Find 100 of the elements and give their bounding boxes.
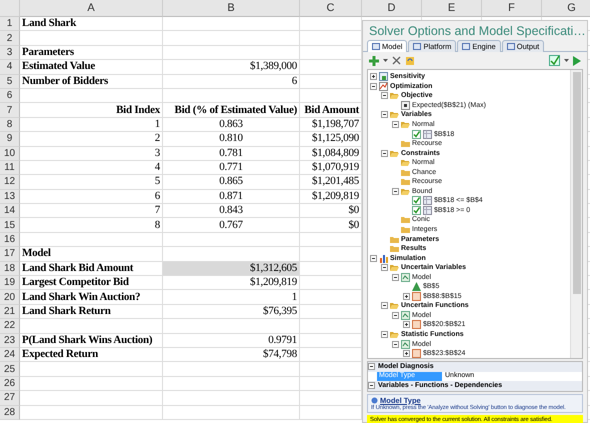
row-header[interactable]: 26: [0, 376, 20, 392]
folder-icon: [401, 139, 410, 148]
collapse-icon[interactable]: [381, 150, 388, 157]
row-header[interactable]: 11: [0, 160, 20, 176]
select-all-corner[interactable]: [0, 0, 20, 17]
delete-icon[interactable]: [392, 56, 401, 65]
collapse-icon[interactable]: [381, 331, 388, 338]
table-cell: 0.771: [163, 160, 300, 176]
empty-cell[interactable]: [163, 319, 300, 334]
table-cell: 1: [163, 290, 300, 305]
caret-icon[interactable]: [564, 58, 569, 63]
collapse-icon[interactable]: [370, 254, 377, 262]
analyze-icon[interactable]: [549, 55, 560, 66]
table-cell: $1,209,819: [163, 276, 300, 290]
refresh-icon[interactable]: [405, 56, 415, 66]
collapse-icon[interactable]: [392, 312, 399, 319]
cell-range-icon: [412, 349, 421, 358]
add-icon[interactable]: [369, 56, 379, 66]
play-icon[interactable]: [573, 56, 581, 66]
empty-cell[interactable]: [163, 391, 300, 406]
column-header[interactable]: F: [482, 0, 542, 17]
checked-checkbox[interactable]: [412, 130, 421, 139]
row-header[interactable]: 9: [0, 132, 20, 147]
row-header[interactable]: 13: [0, 190, 20, 204]
row-header[interactable]: 23: [0, 334, 20, 348]
row-header[interactable]: 12: [0, 175, 20, 190]
column-header[interactable]: E: [422, 0, 482, 17]
row-header[interactable]: 15: [0, 218, 20, 233]
column-header[interactable]: C: [300, 0, 362, 17]
empty-cell[interactable]: [163, 17, 300, 32]
table-cell: Bid (% of Estimated Value): [163, 103, 300, 118]
row-header[interactable]: 28: [0, 406, 20, 420]
table-cell: 6: [163, 74, 300, 89]
row-header[interactable]: 16: [0, 232, 20, 248]
table-cell: 0.863: [163, 118, 300, 132]
row-header[interactable]: 18: [0, 262, 20, 276]
row-header[interactable]: 21: [0, 304, 20, 320]
row-header[interactable]: 3: [0, 46, 20, 60]
column-header[interactable]: G: [542, 0, 590, 17]
collapse-icon[interactable]: [381, 302, 388, 310]
cell-icon: [423, 196, 432, 206]
row-header[interactable]: 20: [0, 290, 20, 305]
row-header[interactable]: 24: [0, 348, 20, 362]
table-cell: Expected Return: [20, 348, 163, 362]
cell-icon: [401, 100, 410, 110]
caret-icon[interactable]: [383, 58, 388, 63]
table-cell: Land Shark: [20, 17, 163, 32]
tab-icon: [413, 43, 422, 50]
row-header[interactable]: 7: [0, 103, 20, 118]
open-folder-icon: [390, 301, 399, 310]
triangle-icon: [412, 282, 421, 292]
checked-checkbox[interactable]: [412, 196, 421, 206]
row-header[interactable]: 5: [0, 74, 20, 89]
table-cell: 1: [20, 118, 163, 132]
table-cell: Model: [20, 247, 163, 262]
row-header[interactable]: 27: [0, 391, 20, 406]
row-header[interactable]: 2: [0, 31, 20, 46]
checked-checkbox[interactable]: [412, 206, 421, 215]
expand-icon[interactable]: [403, 292, 410, 300]
row-header[interactable]: 1: [0, 17, 20, 32]
column-header[interactable]: A: [20, 0, 163, 17]
empty-cell[interactable]: [163, 46, 300, 60]
row-header[interactable]: 6: [0, 88, 20, 104]
table-cell: Land Shark Win Auction?: [20, 290, 163, 305]
sheet-icon: [379, 72, 388, 82]
collapse-icon[interactable]: [368, 363, 375, 370]
collapse-icon[interactable]: [370, 82, 377, 90]
expand-icon[interactable]: [403, 321, 410, 328]
table-cell: 0.767: [163, 218, 300, 233]
collapse-icon[interactable]: [392, 121, 399, 128]
table-cell: 0.871: [163, 190, 300, 204]
row-header[interactable]: 17: [0, 247, 20, 262]
empty-cell[interactable]: [163, 88, 300, 104]
column-header[interactable]: B: [163, 0, 300, 17]
empty-cell[interactable]: [163, 232, 300, 248]
collapse-icon[interactable]: [381, 92, 388, 100]
row-header[interactable]: 8: [0, 118, 20, 132]
row-header[interactable]: 10: [0, 146, 20, 161]
column-header[interactable]: D: [362, 0, 422, 17]
collapse-icon[interactable]: [392, 340, 399, 348]
row-header[interactable]: 14: [0, 204, 20, 218]
collapse-icon[interactable]: [381, 111, 388, 118]
scrollbar[interactable]: [570, 70, 582, 358]
row-header[interactable]: 25: [0, 362, 20, 377]
row-header[interactable]: 22: [0, 319, 20, 334]
table-cell: 4: [20, 160, 163, 176]
table-cell: 7: [20, 204, 163, 218]
row-header[interactable]: 19: [0, 276, 20, 290]
collapse-icon[interactable]: [381, 264, 388, 272]
model-icon: [401, 272, 410, 282]
empty-cell[interactable]: [163, 362, 300, 377]
row-header[interactable]: 4: [0, 60, 20, 75]
empty-cell[interactable]: [163, 31, 300, 46]
collapse-icon[interactable]: [392, 188, 399, 195]
collapse-icon[interactable]: [368, 382, 375, 390]
collapse-icon[interactable]: [392, 274, 399, 281]
expand-icon[interactable]: [403, 350, 410, 358]
empty-cell[interactable]: [163, 406, 300, 420]
expand-icon[interactable]: [370, 73, 377, 80]
empty-cell[interactable]: [163, 376, 300, 392]
